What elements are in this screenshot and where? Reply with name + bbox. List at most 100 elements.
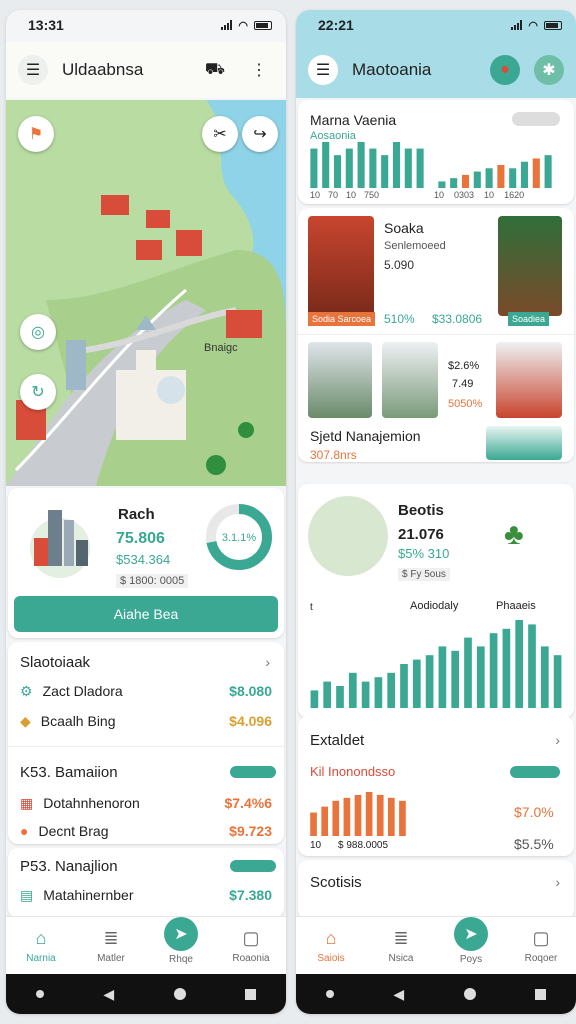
row2-value2: 7.49 [452,378,474,390]
profile-icon[interactable]: ● [490,55,520,85]
mosque-photo[interactable] [496,342,562,418]
tower-photo[interactable] [382,342,438,418]
share-icon[interactable]: ↪ [242,116,278,152]
nav-label: Roaonia [232,952,270,964]
settings-icon[interactable]: ✱ [534,55,564,85]
status-bar: 13:31 ◠ [6,10,286,40]
list-item-label: Decnt Brag [38,823,109,839]
market-photo[interactable] [308,216,374,316]
list-item[interactable]: ◆ Bcaalh Bing $4.096 [20,708,272,734]
chart-bar [450,178,458,188]
signal-icon [221,20,233,30]
stats-value2: $534.364 [116,552,171,567]
nav-rhqe[interactable]: ➤ Rhqe [151,916,211,965]
car-icon[interactable]: ⛟ [200,55,230,85]
back-icon[interactable]: ◀ [103,986,114,1003]
home-circle-icon[interactable] [173,988,186,1000]
chevron-right-icon[interactable]: › [555,874,560,890]
nav-nsica[interactable]: ≣ Nsica [371,928,431,964]
list-icon: ≣ [103,928,119,948]
system-nav-bar: ◀ [6,974,286,1014]
chart-bar [489,633,498,708]
menu-icon[interactable]: ☰ [18,55,48,85]
list-item[interactable]: ▦ Dotahnhenoron $7.4%6 [20,790,272,816]
overview-icon[interactable] [535,988,547,1000]
footer-value: 307.8nrs [310,448,357,462]
home-circle-icon[interactable] [463,988,476,1000]
map-view[interactable]: ⚑ ✂ ↪ ◎ ↻ Bnaigc [6,100,286,486]
chart-bar [532,158,540,188]
chart-title: Marna Vaenia [310,112,397,128]
nav-home[interactable]: ⌂ Saiois [301,928,361,964]
recent-dot-icon[interactable] [325,990,334,998]
map-illustration [6,100,286,486]
recent-dot-icon[interactable] [35,990,44,998]
app-title: Uldaabnsa [62,60,144,79]
chart-bar [392,142,401,188]
nav-matler[interactable]: ≣ Matler [81,928,141,964]
nav-roaonia[interactable]: ▢ Roaonia [221,928,281,964]
more-icon[interactable]: ⋮ [244,55,274,85]
bottom-nav: ⌂ Saiois ≣ Nsica ➤ Poys ▢ Roqoer [296,916,576,974]
status-icons: ◠ [221,19,272,32]
chart-bar [416,148,424,188]
chart-card: Marna Vaenia Aosaonia 10 70 10 750 10 03… [298,100,574,204]
nav-roqoer[interactable]: ▢ Roqoer [511,928,571,964]
chart-bar [438,181,446,188]
building-photo-1[interactable] [308,342,372,418]
list-item[interactable]: ▤ Matahinernber $7.380 [20,882,272,908]
list-item-label: Bcaalh Bing [40,713,116,729]
tag-left: Sodia Sarcoea [308,312,376,326]
donut-label: 3.1.1% [222,532,256,544]
menu-icon[interactable]: ☰ [308,55,338,85]
pavilion-photo[interactable] [486,426,562,460]
chart-bar [374,677,383,708]
chart-bar [502,628,511,708]
statistics-title: Scotisis [310,874,362,891]
chart-bar [400,664,408,708]
locate-icon[interactable]: ◎ [20,314,56,350]
back-icon[interactable]: ◀ [393,986,404,1003]
chart-3 [310,792,406,836]
axis-label: 70 [328,190,339,200]
chart1-left-axis: 10 70 10 750 [310,190,379,200]
nav-poys[interactable]: ➤ Poys [441,916,501,965]
divider [8,746,284,747]
chart-bar [515,620,524,708]
chart-bar [365,792,373,836]
stats-card: Rach 75.806 $534.364 $ 1800: 0005 3.1.1%… [8,488,284,638]
chevron-right-icon[interactable]: › [265,654,270,670]
chart-bar [343,797,351,836]
tools-icon[interactable]: ✂ [202,116,238,152]
overview-icon[interactable] [245,988,257,1000]
extra-value1: $7.0% [514,804,554,820]
list-item-label: Dotahnhenoron [43,795,140,811]
extra-axis-1: 10 [310,840,322,851]
chart-bar [361,681,370,708]
phone-right: 22:21 ◠ ☰ Maotoania ● ✱ Marna Vaenia Aos… [296,10,576,1014]
chart-icon: ▤ [20,886,34,903]
chart-bar [388,797,395,836]
list-item-value: $9.723 [229,823,272,839]
chevron-right-icon[interactable]: › [555,732,560,748]
toggle-switch[interactable] [512,112,560,126]
benefits-title: Beotis [398,502,444,519]
people-photo[interactable] [498,216,562,316]
list1-title: Slaotoiaak [20,654,91,671]
list-item[interactable]: ● Decnt Brag $9.723 [20,818,272,844]
list-item[interactable]: ⚙ Zact Dladora $8.080 [20,678,272,704]
chart-bar [485,168,493,188]
nav-home[interactable]: ⌂ Narnia [11,928,71,964]
list-item-label: Matahinernber [43,887,134,903]
list-item-value: $4.096 [229,713,272,729]
phone-left: 13:31 ◠ ☰ Uldaabnsa ⛟ ⋮ ⚑ ✂ ↪ ◎ ↻ Bnaigc… [6,10,286,1014]
flag-marker-icon[interactable]: ⚑ [18,116,54,152]
action-button[interactable]: Aiahe Bea [14,596,278,632]
footer-title: Sjetd Nanajemion [310,428,421,444]
chart-bar [476,646,485,708]
chart-bar [348,672,357,708]
refresh-icon[interactable]: ↻ [20,374,56,410]
list-item-value: $7.4%6 [224,795,272,811]
list3-progress [230,860,276,872]
battery-icon [544,20,562,30]
